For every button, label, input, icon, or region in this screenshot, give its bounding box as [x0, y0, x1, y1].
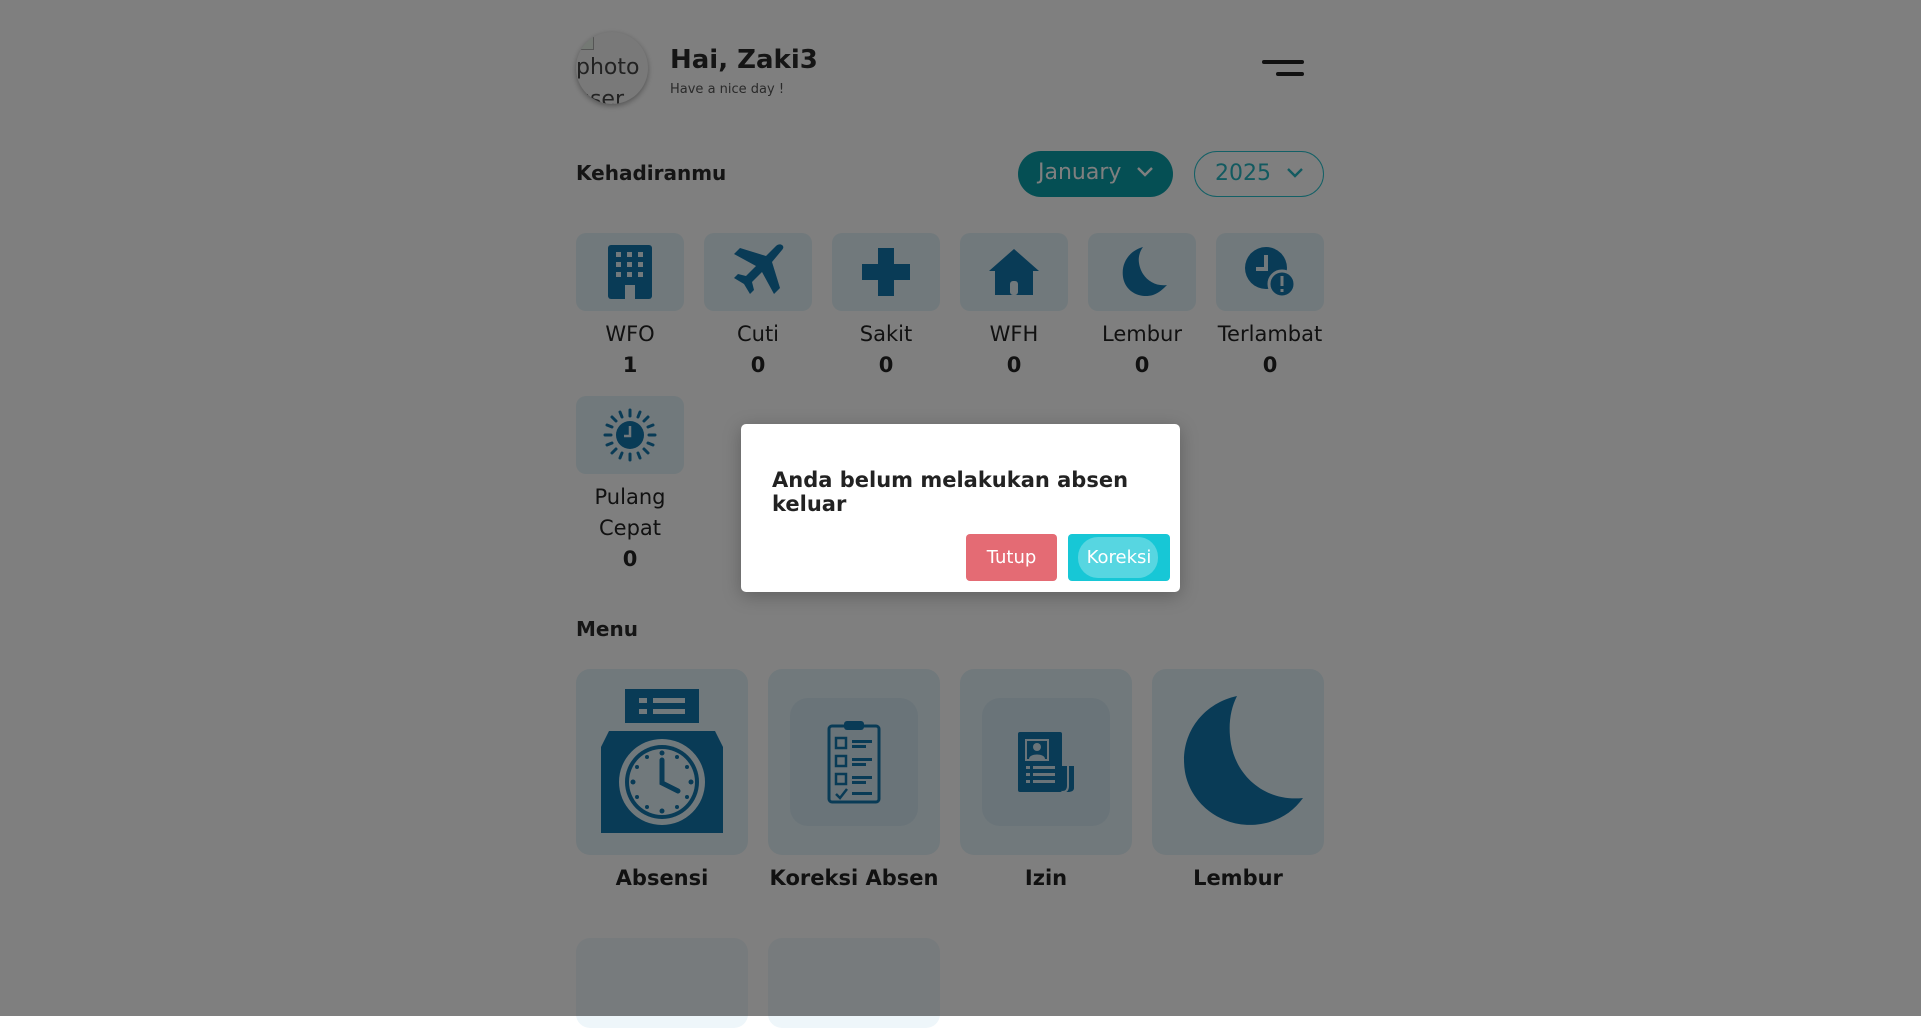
dialog-message: Anda belum melakukan absen keluar: [772, 468, 1129, 516]
app-screen: photo user Hai, Zaki3 Have a nice day ! …: [0, 0, 1921, 1028]
alert-dialog: Anda belum melakukan absen keluar Tutup …: [741, 424, 1180, 592]
close-button[interactable]: Tutup: [966, 534, 1057, 581]
correction-button[interactable]: Koreksi: [1068, 534, 1170, 581]
correction-button-label: Koreksi: [1086, 547, 1152, 568]
